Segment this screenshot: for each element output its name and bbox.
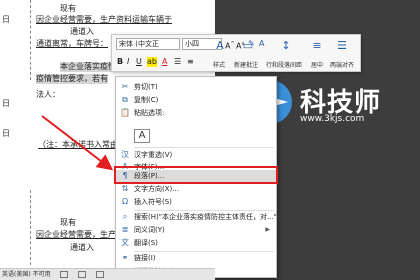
font-name-select[interactable]: 宋体 (中文正 bbox=[116, 38, 180, 50]
menu-item-label: 汉字重选(V) bbox=[134, 151, 173, 159]
margin-guide bbox=[30, 190, 31, 265]
status-text: 英语(美国) 不可用 bbox=[2, 271, 51, 278]
menu-item-hanzi[interactable]: 汉 汉字重选(V) bbox=[116, 149, 276, 161]
center-caption: 居中 bbox=[311, 62, 324, 69]
menu-item-label: 链接(I) bbox=[134, 254, 156, 262]
new-comment-icon[interactable]: ▭ bbox=[240, 38, 256, 54]
copy-icon: ⧉ bbox=[122, 95, 128, 104]
menu-item-paste-options: 📋 粘贴选项: bbox=[116, 107, 276, 119]
paste-keep-text-button[interactable]: A bbox=[134, 129, 150, 143]
scissors-icon: ✂ bbox=[121, 82, 129, 91]
text-direction-icon: ⇅ bbox=[121, 184, 129, 193]
doc-line: 通道离常，车牌号： bbox=[36, 39, 108, 48]
menu-item-label: 搜索(H)"本企业落实疫情防控主体责任，对..." bbox=[134, 213, 277, 221]
justify-caption: 两端对齐 bbox=[330, 62, 355, 69]
doc-line: 通道入 bbox=[70, 243, 94, 252]
annotation-highlight-box bbox=[114, 166, 278, 184]
styles-icon[interactable]: A bbox=[212, 38, 228, 54]
style-icon[interactable]: A bbox=[259, 39, 264, 49]
numbering-icon[interactable]: ≡ bbox=[187, 57, 194, 67]
bullets-icon[interactable]: ☰ bbox=[174, 57, 181, 67]
date-mark: 日 bbox=[2, 99, 10, 108]
search-icon: ⌕ bbox=[122, 212, 128, 221]
new-comment-caption: 新建批注 bbox=[234, 62, 259, 69]
menu-item-copy[interactable]: ⧉ 复制(C) bbox=[116, 94, 276, 106]
doc-line: （注：本承诺书入常由 bbox=[38, 140, 118, 149]
date-mark: 日 bbox=[2, 129, 10, 138]
read-mode-icon[interactable] bbox=[60, 271, 68, 278]
symbol-icon: Ω bbox=[121, 197, 129, 206]
translate-icon: 文 bbox=[121, 238, 129, 247]
menu-item-thesaurus[interactable]: ≣ 同义词(Y) ▶ bbox=[116, 224, 276, 236]
doc-line: 法人： bbox=[36, 90, 60, 99]
doc-line: 现有 bbox=[60, 4, 76, 13]
italic-icon[interactable]: I bbox=[127, 57, 129, 67]
menu-item-translate[interactable]: 文 翻译(S) bbox=[116, 237, 276, 249]
justify-icon[interactable]: ☰ bbox=[334, 38, 350, 54]
menu-item-label: 翻译(S) bbox=[134, 239, 158, 247]
print-layout-icon[interactable] bbox=[78, 271, 86, 278]
line-spacing-caption: 行和段落间距 bbox=[266, 62, 303, 69]
menu-item-label: 同义词(Y) bbox=[134, 226, 165, 234]
bold-icon[interactable]: B bbox=[117, 57, 123, 67]
doc-line-selected: 疫情管控要求，若有 bbox=[36, 74, 108, 84]
status-bar: 英语(美国) 不可用 bbox=[0, 268, 215, 280]
center-align-icon[interactable]: ≡ bbox=[309, 38, 325, 54]
web-layout-icon[interactable] bbox=[96, 271, 104, 278]
hanzi-icon: 汉 bbox=[121, 150, 129, 159]
watermark-url: www.3kjs.com bbox=[300, 114, 365, 124]
line-spacing-icon[interactable]: ↕ bbox=[278, 38, 294, 54]
menu-item-label: 复制(C) bbox=[134, 96, 159, 104]
highlight-icon[interactable]: ab bbox=[147, 57, 157, 67]
link-icon: ⚭ bbox=[121, 253, 129, 262]
menu-separator bbox=[134, 147, 274, 148]
menu-item-search[interactable]: ⌕ 搜索(H)"本企业落实疫情防控主体责任，对..." bbox=[116, 211, 277, 223]
menu-item-insert-symbol[interactable]: Ω 插入符号(S) bbox=[116, 196, 276, 208]
menu-item-link[interactable]: ⚭ 链接(I) bbox=[116, 252, 276, 264]
underline-icon[interactable]: U bbox=[136, 57, 142, 67]
doc-line: 通道入 bbox=[70, 27, 94, 36]
mini-toolbar: 宋体 (中文正 小四 A^ Av ✎ A B I U ab A ☰ ≡ A 样式… bbox=[111, 34, 361, 72]
font-color-icon[interactable]: A bbox=[162, 57, 167, 67]
menu-item-cut[interactable]: ✂ 剪切(T) bbox=[116, 81, 276, 93]
menu-item-label: 插入符号(S) bbox=[134, 198, 172, 206]
submenu-arrow-icon: ▶ bbox=[265, 226, 270, 233]
menu-item-label: 剪切(T) bbox=[134, 83, 158, 91]
paste-icon: 📋 bbox=[120, 108, 130, 117]
menu-item-label: 文字方向(X)... bbox=[134, 185, 179, 193]
styles-caption: 样式 bbox=[213, 62, 226, 69]
doc-line: 因企业经营需要，生产资料运输车辆于 bbox=[36, 15, 172, 24]
menu-item-text-direction[interactable]: ⇅ 文字方向(X)... bbox=[116, 183, 276, 195]
doc-line: 现有 bbox=[60, 218, 76, 227]
margin-guide bbox=[30, 0, 31, 80]
thesaurus-icon: ≣ bbox=[121, 225, 129, 234]
menu-item-label: 粘贴选项: bbox=[134, 109, 165, 117]
date-mark: 日 bbox=[2, 15, 10, 24]
